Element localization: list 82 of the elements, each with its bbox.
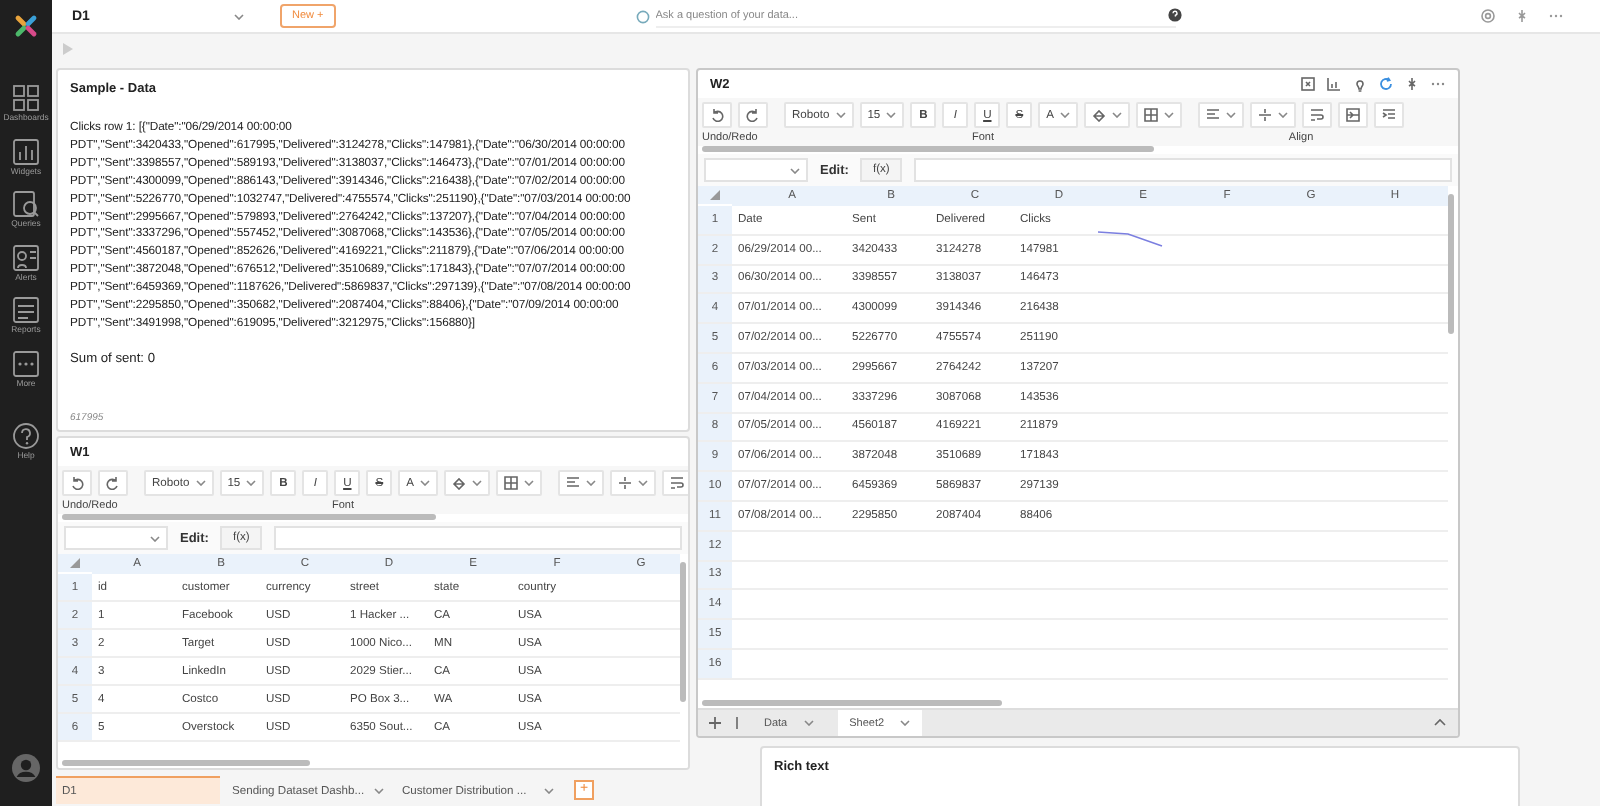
scrollbar[interactable] xyxy=(1448,194,1454,334)
vertical-align-icon xyxy=(1258,108,1273,122)
more-icon xyxy=(12,349,40,377)
align-button[interactable] xyxy=(558,470,605,496)
grid-icon xyxy=(12,84,40,112)
logo-icon xyxy=(12,12,40,40)
caret-icon xyxy=(420,480,431,486)
add-icon[interactable] xyxy=(708,716,722,730)
scrollbar[interactable] xyxy=(680,562,686,702)
line-drawing xyxy=(1096,228,1166,248)
caret-icon xyxy=(246,480,257,486)
merge-cells-icon xyxy=(1346,108,1361,122)
corner-icon xyxy=(710,190,720,200)
chart-icon[interactable] xyxy=(1326,76,1342,92)
caret-icon xyxy=(1226,112,1237,118)
caret-icon xyxy=(803,720,814,726)
caret-icon xyxy=(374,788,384,794)
paint-bucket-icon xyxy=(452,476,467,490)
caret-icon xyxy=(1060,112,1071,118)
indent-icon xyxy=(1382,108,1397,122)
caret-icon xyxy=(233,13,244,19)
caret-icon xyxy=(1112,112,1123,118)
align-left-icon xyxy=(566,476,581,490)
caret-icon xyxy=(900,720,911,726)
fill-color-button[interactable] xyxy=(444,470,491,496)
bar-chart-icon xyxy=(12,137,40,165)
refresh-icon[interactable] xyxy=(1378,76,1394,92)
wrap-text-button[interactable] xyxy=(662,470,688,496)
avatar-icon[interactable] xyxy=(12,754,40,782)
caret-icon xyxy=(544,788,554,794)
scrollbar[interactable] xyxy=(62,760,311,766)
caret-icon xyxy=(835,112,846,118)
cell-name-dropdown[interactable] xyxy=(64,526,168,550)
caret-icon xyxy=(195,480,206,486)
fill-color-button[interactable] xyxy=(1084,102,1131,128)
borders-button[interactable] xyxy=(1136,102,1183,128)
align-button[interactable] xyxy=(1198,102,1245,128)
caret-icon xyxy=(586,480,597,486)
caret-icon xyxy=(150,535,160,541)
caret-icon xyxy=(1164,112,1175,118)
caret-icon xyxy=(472,480,483,486)
vertical-align-button[interactable] xyxy=(1250,102,1297,128)
formula-input-field[interactable] xyxy=(913,158,1452,182)
borders-icon xyxy=(1144,108,1159,122)
caret-icon xyxy=(638,480,649,486)
wrap-text-button[interactable] xyxy=(1302,102,1333,128)
cell-name-dropdown[interactable] xyxy=(704,158,808,182)
undo-button[interactable] xyxy=(702,102,732,128)
redo-button[interactable] xyxy=(738,102,768,128)
lightbulb-icon[interactable] xyxy=(1352,76,1368,92)
caret-icon xyxy=(886,112,897,118)
undo-icon xyxy=(70,476,84,490)
spreadsheet-icon[interactable] xyxy=(1300,76,1316,92)
merge-cells-button[interactable] xyxy=(1338,102,1369,128)
query-icon xyxy=(12,190,40,218)
caret-icon xyxy=(1278,112,1289,118)
borders-button[interactable] xyxy=(496,470,543,496)
vertical-align-button[interactable] xyxy=(610,470,657,496)
vertical-align-icon xyxy=(618,476,633,490)
settings-icon[interactable] xyxy=(1480,8,1496,24)
wrap-text-icon xyxy=(670,476,685,490)
undo-button[interactable] xyxy=(62,470,92,496)
align-left-icon xyxy=(1206,108,1221,122)
scrollbar[interactable] xyxy=(62,514,436,520)
borders-icon xyxy=(504,476,519,490)
help-icon xyxy=(12,422,40,450)
formula-input-field[interactable] xyxy=(273,526,682,550)
alert-icon xyxy=(12,243,40,271)
caret-icon xyxy=(524,480,535,486)
indent-button[interactable] xyxy=(1374,102,1405,128)
scrollbar[interactable] xyxy=(702,146,1154,152)
chevron-up-icon[interactable] xyxy=(1434,718,1446,726)
redo-button[interactable] xyxy=(98,470,128,496)
scrollbar[interactable] xyxy=(702,700,1003,706)
redo-icon xyxy=(746,108,760,122)
wrap-text-icon xyxy=(1310,108,1325,122)
corner-icon xyxy=(70,558,80,568)
undo-icon xyxy=(710,108,724,122)
paint-bucket-icon xyxy=(1092,108,1107,122)
caret-icon xyxy=(790,167,800,173)
report-icon xyxy=(12,296,40,324)
redo-icon xyxy=(106,476,120,490)
